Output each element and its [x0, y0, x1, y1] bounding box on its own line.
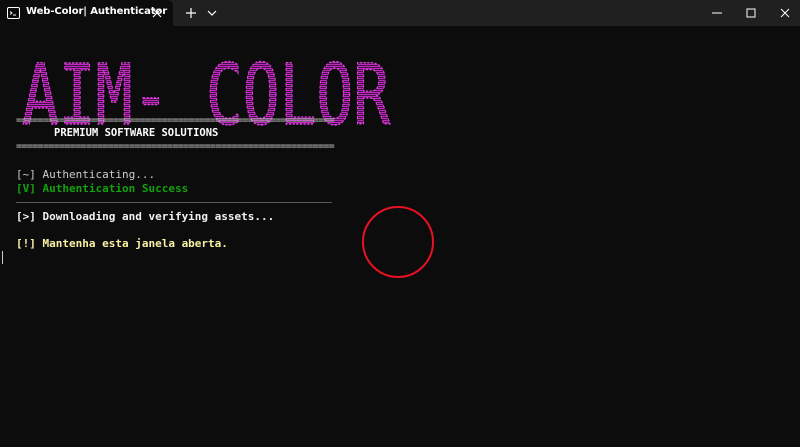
- tab-title: Web-Color| Authenticator: [26, 6, 168, 17]
- status-warning: [!] Mantenha esta janela aberta.: [16, 237, 228, 250]
- tab-authenticator[interactable]: Web-Color| Authenticator: [0, 0, 173, 26]
- highlight-circle: [362, 206, 434, 278]
- terminal-window: Web-Color| Authenticator AIM- COLOR ====…: [0, 0, 800, 447]
- status-downloading: [>] Downloading and verifying assets...: [16, 210, 275, 223]
- title-bar[interactable]: Web-Color| Authenticator: [0, 0, 800, 26]
- maximize-icon[interactable]: [741, 3, 761, 23]
- close-icon[interactable]: [152, 8, 162, 18]
- terminal-icon: [7, 7, 20, 19]
- text-cursor: [2, 251, 3, 264]
- rule-top: ========================================…: [16, 115, 335, 126]
- subtitle: PREMIUM SOFTWARE SOLUTIONS: [54, 127, 219, 139]
- plus-icon[interactable]: [184, 6, 198, 20]
- terminal-content[interactable]: AIM- COLOR =============================…: [0, 26, 800, 447]
- status-authenticating: [~] Authenticating...: [16, 168, 156, 181]
- rule-bottom: ========================================…: [16, 141, 335, 152]
- close-icon[interactable]: [775, 3, 795, 23]
- minimize-icon[interactable]: [707, 3, 727, 23]
- chevron-down-icon[interactable]: [206, 8, 218, 18]
- divider: ________________________________________…: [16, 192, 332, 203]
